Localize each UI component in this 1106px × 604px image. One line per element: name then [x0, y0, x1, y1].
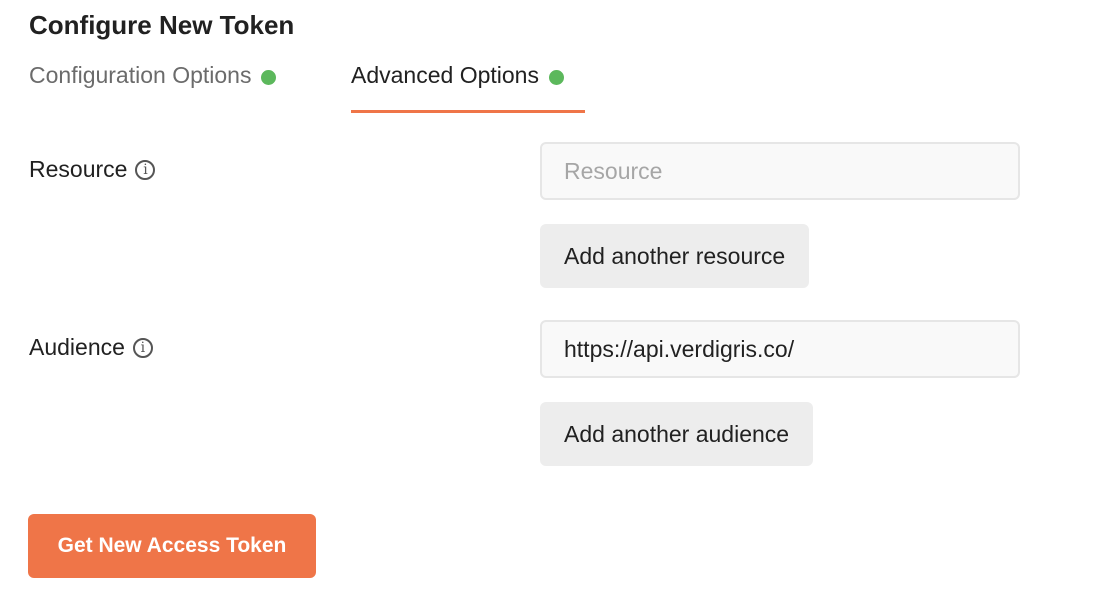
get-new-access-token-button[interactable]: Get New Access Token: [28, 514, 316, 578]
info-icon[interactable]: i: [135, 159, 156, 180]
add-resource-button[interactable]: Add another resource: [540, 224, 810, 288]
resource-input[interactable]: [540, 142, 1020, 200]
info-icon[interactable]: i: [132, 337, 153, 358]
add-audience-button[interactable]: Add another audience: [540, 402, 814, 466]
audience-input[interactable]: [540, 320, 1020, 378]
tab-advanced-options[interactable]: Advanced Options: [351, 62, 585, 113]
status-dot-icon: [548, 70, 564, 85]
page-title: Configure New Token: [29, 10, 295, 40]
audience-label: Audience i: [29, 334, 153, 361]
status-dot-icon: [261, 70, 277, 85]
resource-label: Resource i: [29, 156, 156, 183]
tab-label: Configuration Options: [29, 62, 252, 88]
resource-label-text: Resource: [29, 156, 128, 182]
tab-configuration-options[interactable]: Configuration Options: [29, 62, 277, 110]
tab-label: Advanced Options: [351, 62, 539, 88]
audience-label-text: Audience: [29, 334, 125, 360]
